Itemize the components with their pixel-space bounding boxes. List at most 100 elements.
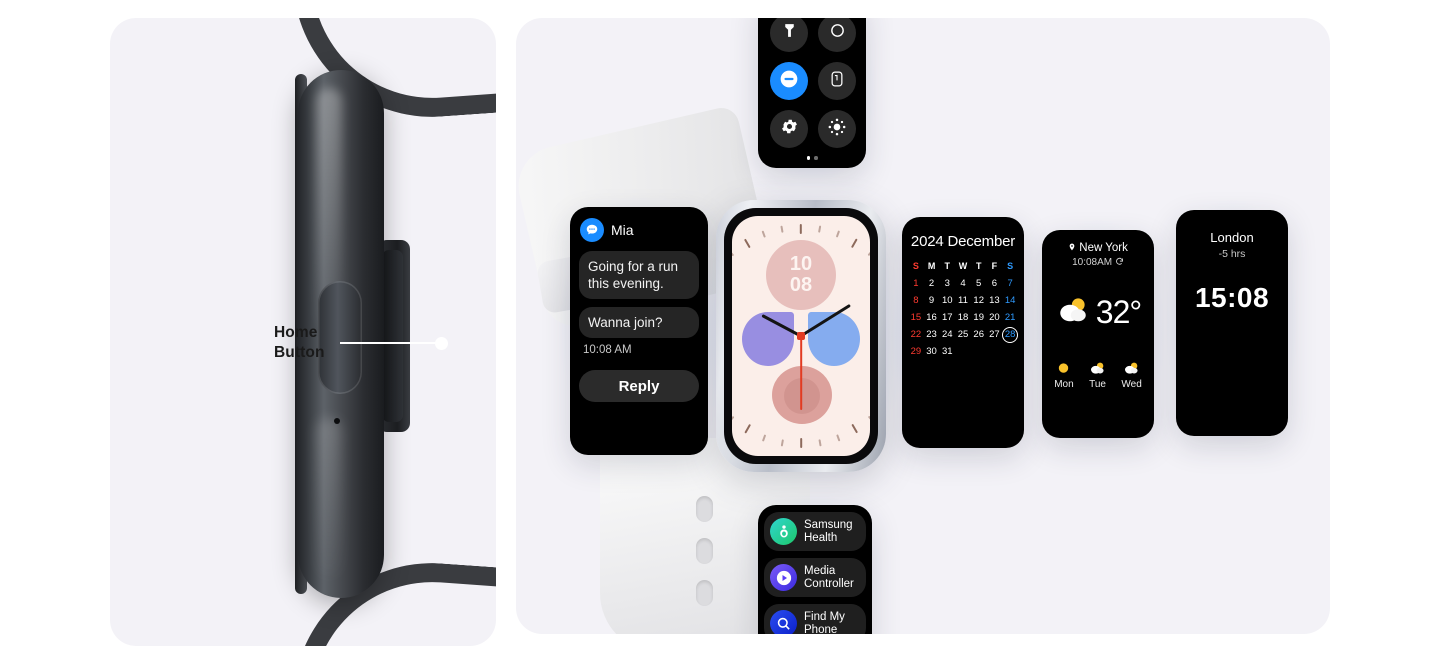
quick-setting-do-not-disturb-button[interactable] <box>770 62 808 100</box>
calendar-day-cell[interactable]: 29 <box>908 344 924 359</box>
calendar-day-cell[interactable]: 5 <box>971 276 987 291</box>
calendar-day-cell[interactable]: 1 <box>908 276 924 291</box>
watch-face-tick <box>743 238 752 249</box>
calendar-day-cell[interactable]: 14 <box>1002 293 1018 308</box>
quick-settings-page-dots <box>758 156 866 160</box>
location-pin-icon <box>1068 242 1079 254</box>
watch-face-screen[interactable]: 10 08 <box>732 216 870 456</box>
watch-face-tick <box>818 225 822 233</box>
calendar-day-cell[interactable]: 4 <box>955 276 971 291</box>
watch-face-tick <box>818 439 822 447</box>
weather-widget-card[interactable]: New York 10:08AM 32° Mon Tue Wed <box>1042 230 1154 438</box>
calendar-day-cell[interactable]: 24 <box>939 327 955 342</box>
watch-lug-inner <box>382 250 403 422</box>
home-button-callout-label: Home Button <box>274 323 364 363</box>
sun-behind-cloud-icon <box>1088 361 1107 379</box>
left-panel-watch-side-view: Home Button <box>110 18 496 646</box>
microphone-hole <box>334 418 340 424</box>
watch-face-tick <box>732 249 735 257</box>
weather-forecast-day: Wed <box>1121 361 1142 390</box>
calendar-day-cell[interactable]: 6 <box>987 276 1003 291</box>
callout-endpoint-dot <box>435 337 448 350</box>
brightness-icon <box>827 117 847 142</box>
quick-settings-card[interactable] <box>758 18 866 168</box>
calendar-day-cell[interactable]: 26 <box>971 327 987 342</box>
watch-face-tick <box>780 225 784 233</box>
quick-settings-grid <box>758 18 866 148</box>
calendar-day-cell[interactable]: 25 <box>955 327 971 342</box>
world-clock-offset: -5 hrs <box>1218 248 1246 260</box>
quick-setting-watch-only-mode-button[interactable] <box>818 62 856 100</box>
calendar-day-cell[interactable]: 10 <box>939 293 955 308</box>
watch-face-hub <box>797 332 805 340</box>
calendar-weekday-header: T <box>944 261 951 271</box>
weather-forecast-day: Mon <box>1054 361 1074 390</box>
calendar-day-cell[interactable]: 13 <box>987 293 1003 308</box>
message-sender-name: Mia <box>611 222 634 238</box>
calendar-day-cell[interactable]: 19 <box>971 310 987 325</box>
watch-face-tick <box>761 434 767 442</box>
weather-forecast-day-label: Wed <box>1121 379 1142 390</box>
world-clock-widget-card[interactable]: London -5 hrs 15:08 <box>1176 210 1288 436</box>
calendar-day-cell[interactable]: 23 <box>924 327 940 342</box>
calendar-day-cell[interactable]: 18 <box>955 310 971 325</box>
calendar-weekday-header: T <box>975 261 982 271</box>
calendar-weekday-header: S <box>1007 261 1014 271</box>
calendar-day-cell[interactable]: 22 <box>908 327 924 342</box>
weather-forecast-day-label: Tue <box>1089 379 1106 390</box>
find-my-phone-icon <box>770 610 797 634</box>
weather-current: 32° <box>1042 294 1154 331</box>
calendar-grid: S M T W T F S 1 2 3 4 5 6 7 8 9 10 11 12 13 14 15 16 17 18 19 20 21… <box>902 259 1024 359</box>
calendar-day-cell[interactable]: 28 <box>1002 326 1019 343</box>
calendar-day-cell[interactable]: 3 <box>939 276 955 291</box>
watch-body-highlight-bottom <box>316 418 342 578</box>
calendar-weekday-header: F <box>991 261 998 271</box>
page-dot <box>806 156 810 160</box>
calendar-day-cell[interactable]: 9 <box>924 293 940 308</box>
calendar-day-cell[interactable]: 2 <box>924 276 940 291</box>
calendar-day-cell[interactable]: 7 <box>1002 276 1018 291</box>
calendar-day-cell[interactable]: 31 <box>939 344 955 359</box>
app-list-item[interactable]: Media Controller <box>764 558 866 597</box>
calendar-day-cell[interactable]: 17 <box>939 310 955 325</box>
refresh-icon[interactable] <box>1115 257 1124 268</box>
calendar-day-cell[interactable]: 8 <box>908 293 924 308</box>
watch-side-illustration: Home Button <box>110 18 496 646</box>
quick-setting-theater-mode-button[interactable] <box>818 18 856 52</box>
calendar-day-cell[interactable]: 30 <box>924 344 940 359</box>
page-dot <box>814 156 818 160</box>
reply-button[interactable]: Reply <box>579 370 699 402</box>
calendar-day-cell[interactable]: 11 <box>955 293 971 308</box>
app-list-item[interactable]: Samsung Health <box>764 512 866 551</box>
app-label-line-1: Find My <box>804 610 845 623</box>
message-notification-card[interactable]: Mia Going for a run this evening. Wanna … <box>570 207 708 455</box>
theater-mode-icon <box>829 22 846 44</box>
samsung-health-icon <box>770 518 797 545</box>
app-label-line-1: Media <box>804 564 836 577</box>
app-list-item-label: Media Controller <box>804 565 854 591</box>
calendar-widget-card[interactable]: 2024 December S M T W T F S 1 2 3 4 5 6 7 8 9 10 11 12 13 14… <box>902 217 1024 448</box>
app-list-item[interactable]: Find My Phone <box>764 604 866 634</box>
message-timestamp: 10:08 AM <box>583 344 632 356</box>
quick-setting-brightness-button[interactable] <box>818 110 856 148</box>
flashlight-icon <box>781 22 798 44</box>
app-list-card[interactable]: Samsung Health Media Controller Find My Phone <box>758 505 872 634</box>
quick-setting-settings-button[interactable] <box>770 110 808 148</box>
app-label-line-2: Health <box>804 531 838 544</box>
calendar-title: 2024 December <box>910 233 1016 250</box>
app-list-item-label: Samsung Health <box>804 519 853 545</box>
watch-face-tick <box>743 423 752 434</box>
calendar-day-cell[interactable]: 15 <box>908 310 924 325</box>
calendar-day-cell[interactable]: 27 <box>987 327 1003 342</box>
watch-face-second-hand <box>799 336 803 410</box>
watch-face-tick <box>835 230 841 238</box>
watch-face-tick <box>867 415 870 423</box>
watch-face-tick <box>850 238 859 249</box>
calendar-day-cell[interactable]: 21 <box>1002 310 1018 325</box>
calendar-day-cell[interactable]: 20 <box>987 310 1003 325</box>
calendar-day-cell[interactable]: 16 <box>924 310 940 325</box>
calendar-day-cell[interactable]: 12 <box>971 293 987 308</box>
watch-face-tick <box>850 423 859 434</box>
calendar-weekday-header: W <box>958 261 968 271</box>
quick-setting-flashlight-button[interactable] <box>770 18 808 52</box>
